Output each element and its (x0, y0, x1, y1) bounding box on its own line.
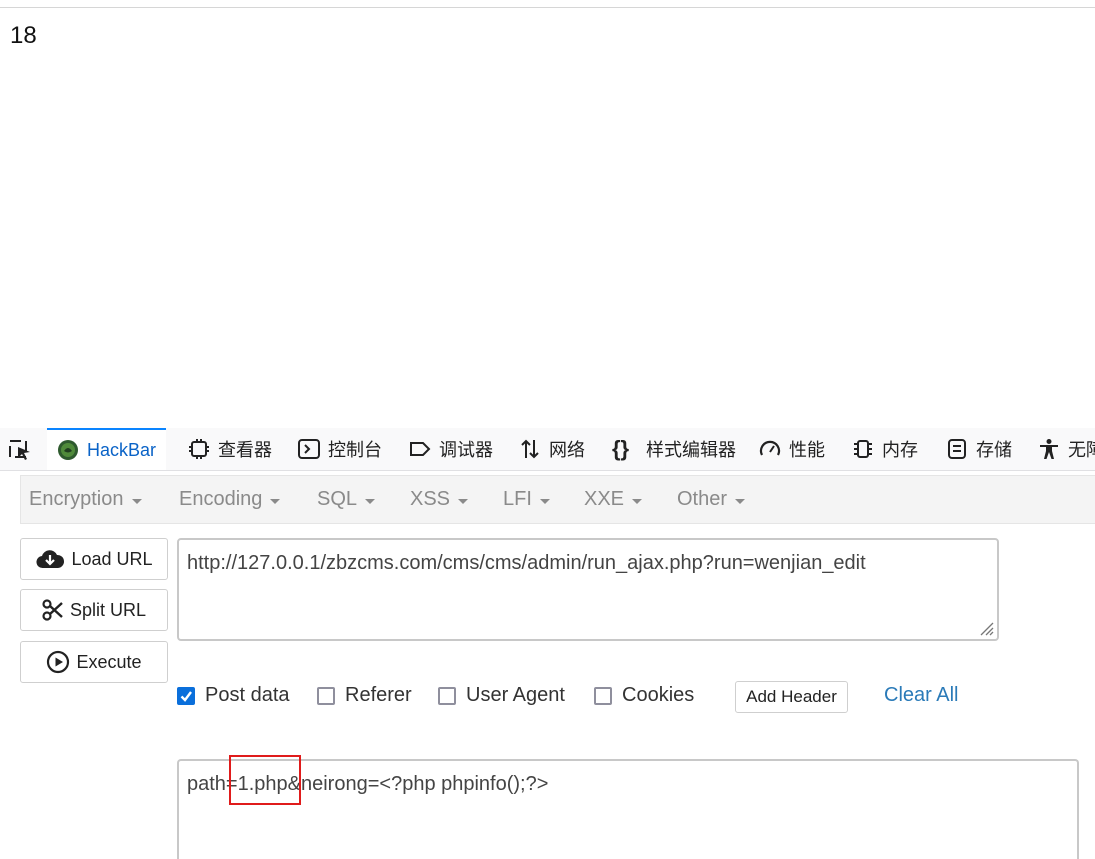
tab-hackbar[interactable]: HackBar (47, 428, 167, 470)
menu-label: Encryption (29, 488, 124, 510)
referer-option[interactable]: Referer (317, 684, 412, 707)
caret-down-icon (365, 498, 376, 504)
tab-label: 性能 (789, 440, 825, 460)
user-agent-option[interactable]: User Agent (438, 684, 565, 707)
menu-label: SQL (317, 488, 358, 510)
storage-icon (946, 438, 968, 460)
menu-label: LFI (503, 488, 532, 510)
caret-down-icon (458, 498, 469, 504)
caret-down-icon (632, 498, 643, 504)
devtools-panel: HackBar 查看器 控制台 调试器 网络 {} 样式编辑器 性能 内存 存储… (0, 428, 1095, 859)
menu-encoding[interactable]: Encoding (179, 476, 281, 523)
console-icon (298, 438, 320, 460)
annotation-highlight-box (229, 755, 301, 805)
tab-console[interactable]: 控制台 (298, 428, 382, 470)
tab-label: 网络 (549, 440, 585, 460)
tab-storage[interactable]: 存储 (946, 428, 1012, 470)
cloud-download-icon (36, 550, 65, 569)
cookies-checkbox[interactable] (594, 686, 612, 705)
post-data-checkbox[interactable] (177, 686, 195, 705)
caret-down-icon (131, 498, 142, 504)
caret-down-icon (539, 498, 550, 504)
tab-label: 调试器 (439, 440, 493, 460)
hackbar-logo-icon (57, 439, 79, 461)
network-icon (519, 438, 541, 460)
caret-down-icon (735, 498, 746, 504)
checkmark-icon (180, 690, 192, 702)
page-top-border (0, 7, 1095, 8)
tab-style-editor[interactable]: {} 样式编辑器 (612, 428, 736, 470)
menu-xss[interactable]: XSS (410, 476, 469, 523)
tab-inspector[interactable]: 查看器 (188, 428, 272, 470)
load-url-button[interactable]: Load URL (20, 538, 168, 580)
resize-grip-icon[interactable] (978, 620, 994, 636)
scissors-icon (42, 599, 63, 621)
clear-all-link[interactable]: Clear All (884, 684, 958, 707)
tab-memory[interactable]: 内存 (852, 428, 918, 470)
post-body-textarea[interactable]: path=1.php&neirong=<?php phpinfo();?> (177, 759, 1079, 859)
debugger-icon (409, 438, 431, 460)
menu-xxe[interactable]: XXE (584, 476, 643, 523)
tab-accessibility[interactable]: 无障 (1038, 428, 1095, 470)
devtools-tabbar: HackBar 查看器 控制台 调试器 网络 {} 样式编辑器 性能 内存 存储… (0, 428, 1095, 471)
split-url-label: Split URL (69, 599, 147, 620)
menu-other[interactable]: Other (677, 476, 746, 523)
tab-debugger[interactable]: 调试器 (409, 428, 493, 470)
url-text: http://127.0.0.1/zbzcms.com/cms/cms/admi… (187, 552, 866, 574)
play-circle-icon (47, 650, 70, 674)
url-textarea[interactable]: http://127.0.0.1/zbzcms.com/cms/cms/admi… (177, 538, 999, 641)
element-picker-icon[interactable] (8, 438, 34, 462)
tab-label: 无障 (1068, 440, 1095, 460)
cookies-label: Cookies (622, 684, 695, 706)
accessibility-icon (1038, 438, 1060, 460)
tab-label: 查看器 (218, 440, 272, 460)
post-data-label: Post data (205, 684, 290, 706)
caret-down-icon (270, 498, 281, 504)
cookies-option[interactable]: Cookies (594, 684, 694, 707)
tab-label: 样式编辑器 (646, 440, 736, 460)
tab-label: HackBar (87, 439, 157, 460)
hackbar-menubar: Encryption Encoding SQL XSS LFI XXE Othe… (20, 475, 1095, 524)
load-url-label: Load URL (71, 548, 153, 569)
menu-label: XSS (410, 488, 451, 510)
tab-label: 存储 (976, 440, 1012, 460)
performance-icon (759, 438, 781, 460)
split-url-button[interactable]: Split URL (20, 589, 168, 631)
page-output-text: 18 (10, 22, 37, 49)
user-agent-checkbox[interactable] (438, 686, 456, 705)
post-data-option[interactable]: Post data (177, 684, 290, 707)
tab-label: 控制台 (328, 440, 382, 460)
memory-icon (852, 438, 874, 460)
tab-label: 内存 (882, 440, 918, 460)
menu-label: Other (677, 488, 728, 510)
user-agent-label: User Agent (466, 684, 565, 706)
execute-label: Execute (76, 651, 142, 672)
tab-network[interactable]: 网络 (519, 428, 585, 470)
menu-label: Encoding (179, 488, 263, 510)
referer-label: Referer (345, 684, 412, 706)
add-header-button[interactable]: Add Header (735, 681, 848, 713)
menu-label: XXE (584, 488, 625, 510)
menu-lfi[interactable]: LFI (503, 476, 550, 523)
execute-button[interactable]: Execute (20, 641, 168, 683)
tab-performance[interactable]: 性能 (759, 428, 825, 470)
menu-encryption[interactable]: Encryption (29, 476, 142, 523)
inspector-icon (188, 438, 210, 460)
style-editor-icon: {} (612, 436, 630, 461)
menu-sql[interactable]: SQL (317, 476, 376, 523)
referer-checkbox[interactable] (317, 686, 335, 705)
